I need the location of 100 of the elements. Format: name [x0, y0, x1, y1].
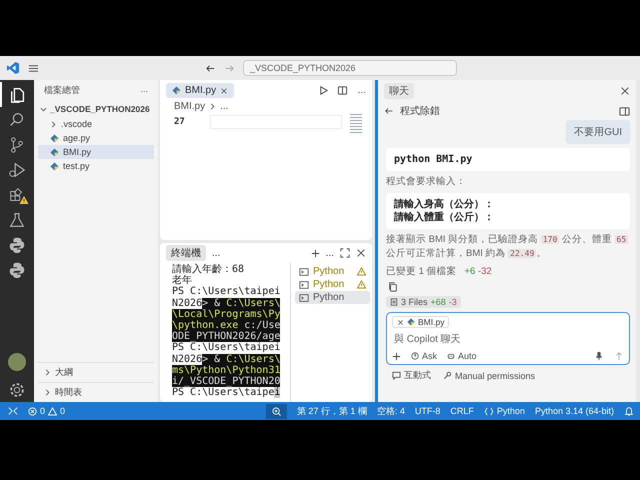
search-icon — [8, 110, 26, 128]
sidebar-title: 檔案總管 — [44, 84, 80, 97]
terminal-line: 老年 — [172, 275, 192, 286]
terminal-line: N2026> & C:\Users\ — [172, 354, 280, 365]
account-avatar[interactable] — [8, 353, 26, 371]
terminal-icon — [299, 292, 309, 302]
chevron-icon — [40, 106, 47, 112]
breadcrumb-item[interactable]: BMI.py — [174, 101, 206, 112]
file-item[interactable]: test.py — [38, 159, 154, 173]
user-message: 不要用GUI — [566, 120, 630, 144]
response-paragraph: 接著顯示 BMI 與分類，已驗證身高 170 公分、體重 65 公斤可正常計算，BMI 約為 22.49 。 — [386, 233, 630, 261]
section-header[interactable]: 大綱 — [38, 362, 154, 382]
file-item[interactable]: BMI.py — [38, 145, 154, 159]
line-number: 27 — [174, 117, 185, 127]
python-file-icon — [50, 148, 59, 156]
model-dropdown[interactable]: Auto — [447, 351, 477, 361]
microphone-icon[interactable] — [594, 351, 604, 361]
plus-icon[interactable] — [310, 248, 320, 258]
close-icon[interactable] — [356, 248, 366, 258]
terminal-line: N2026> & C:\Users\ — [172, 298, 280, 309]
code-block: 請輸入身高（公分）： 請輸入體重（公斤）： — [386, 193, 630, 229]
document-icon — [390, 298, 398, 306]
split-editor-icon[interactable] — [336, 85, 348, 96]
close-icon[interactable] — [220, 86, 228, 94]
copy-icon[interactable] — [388, 282, 398, 292]
attachment-chip[interactable]: BMI.py — [392, 316, 450, 328]
encoding[interactable]: UTF-8 — [414, 406, 440, 416]
chat-input-box[interactable]: BMI.py 與 Copilot 聊天 Ask Auto — [386, 312, 630, 365]
key-icon — [443, 371, 452, 380]
braces-icon — [484, 406, 494, 416]
settings-icon[interactable] — [8, 380, 26, 398]
chevron-icon — [44, 369, 51, 376]
interactive-mode-button[interactable]: 互動式 — [392, 369, 431, 382]
vscode-logo-icon — [6, 61, 20, 75]
editor-tab[interactable]: BMI.py — [166, 83, 234, 98]
language-mode[interactable]: Python — [484, 406, 525, 416]
terminal-session-item[interactable]: Python — [295, 265, 370, 278]
terminal-line: 請輸入年齡：68 — [172, 264, 244, 275]
chevron-icon — [44, 389, 51, 396]
line-ending[interactable]: CRLF — [450, 406, 474, 416]
python-file-icon — [50, 162, 59, 170]
python-file-icon — [50, 134, 59, 142]
interpreter[interactable]: Python 3.14 (64-bit) — [534, 406, 614, 416]
search-field[interactable]: _VSCODE_PYTHON2026 — [243, 60, 457, 76]
chevron-icon — [50, 120, 57, 128]
branch-icon — [8, 136, 26, 154]
question-circle-icon — [411, 352, 419, 360]
play-bug-icon — [8, 160, 26, 178]
terminal-line: PS C:\Users\taipei — [172, 286, 280, 298]
folder-item[interactable]: _VSCODE_PYTHON2026 — [38, 101, 154, 117]
robot-icon — [447, 352, 456, 360]
more-actions-button[interactable]: ... — [212, 248, 220, 258]
python-file-icon — [407, 318, 415, 326]
bell-icon[interactable] — [624, 406, 634, 416]
plus-icon[interactable] — [392, 352, 401, 360]
panel-layout-icon[interactable] — [619, 106, 630, 116]
terminal-line: \python.exe c:/Use — [172, 320, 280, 332]
back-arrow-icon[interactable] — [205, 62, 216, 74]
flask-icon — [8, 210, 26, 228]
cursor-position[interactable]: 第 27 行，第 1 欄 — [296, 404, 367, 418]
python-icon — [8, 260, 26, 278]
error-icon — [28, 406, 37, 416]
breadcrumb-item[interactable]: ... — [220, 101, 228, 112]
changed-files-summary: 已變更 1 個檔案 +6 -32 — [386, 265, 493, 278]
maximize-icon[interactable] — [340, 248, 350, 258]
more-actions-button[interactable]: ... — [358, 85, 366, 96]
python-icon — [8, 236, 26, 254]
chat-tab[interactable]: 聊天 — [384, 83, 414, 99]
terminal-session-item[interactable]: Python — [295, 291, 370, 304]
terminal-icon — [299, 266, 309, 276]
more-actions-button[interactable]: ... — [326, 248, 334, 258]
back-arrow-icon[interactable] — [384, 106, 394, 116]
terminal-tab[interactable]: 終端機 — [166, 245, 206, 261]
terminal-session-item[interactable]: Python — [295, 278, 370, 291]
files-changed-chip[interactable]: 3 Files +68 -3 — [386, 296, 461, 308]
chat-heading: 程式除錯 — [400, 104, 440, 118]
response-text: 程式會要求輸入： — [386, 175, 467, 189]
zoom-icon[interactable] — [272, 406, 281, 416]
run-icon[interactable] — [318, 85, 329, 96]
chevron-icon — [209, 103, 216, 110]
mode-dropdown[interactable]: Ask — [411, 351, 438, 361]
permissions-button[interactable]: Manual permissions — [443, 369, 536, 382]
terminal-line: PS C:\Users\taipei — [172, 387, 280, 398]
close-icon[interactable] — [397, 318, 404, 326]
files-icon — [9, 86, 27, 104]
close-icon[interactable] — [620, 86, 630, 96]
folder-item[interactable]: .vscode — [38, 117, 154, 131]
file-item[interactable]: age.py — [38, 131, 154, 145]
code-block: python BMI.py — [386, 148, 630, 171]
warning-icon — [48, 406, 58, 416]
menu-icon[interactable] — [28, 62, 39, 74]
indentation[interactable]: 空格: 4 — [376, 404, 405, 418]
python-file-icon — [172, 86, 181, 95]
remote-icon[interactable] — [8, 406, 18, 416]
terminal-icon — [299, 280, 309, 290]
problems-indicator[interactable]: 0 0 — [28, 406, 66, 416]
more-actions-button[interactable]: ... — [140, 84, 148, 97]
chat-input-field[interactable]: 與 Copilot 聊天 — [392, 331, 624, 348]
chat-bubble-icon — [392, 371, 401, 380]
terminal-line: PS C:\Users\taipei — [172, 342, 280, 354]
